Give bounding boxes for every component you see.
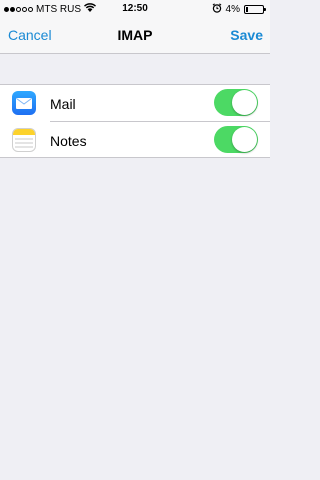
mail-label: Mail [50,96,76,112]
alarm-icon [212,2,222,16]
notes-app-icon [12,128,36,152]
settings-row-mail: Mail [0,85,270,122]
mail-app-icon [12,91,36,115]
notes-toggle-knob [232,127,257,152]
settings-group: Mail Notes [0,84,270,158]
notes-toggle[interactable] [214,126,258,153]
save-button[interactable]: Save [230,27,263,43]
status-bar: MTS RUS 12:50 4% [0,0,270,18]
battery-icon [244,4,266,14]
mail-toggle[interactable] [214,89,258,116]
notes-label: Notes [50,133,87,149]
cancel-button[interactable]: Cancel [8,27,52,43]
status-right: 4% [212,2,266,16]
mail-toggle-knob [232,90,257,115]
battery-percent: 4% [225,3,240,15]
settings-row-notes: Notes [0,122,270,159]
navigation-bar: Cancel IMAP Save [0,18,270,54]
